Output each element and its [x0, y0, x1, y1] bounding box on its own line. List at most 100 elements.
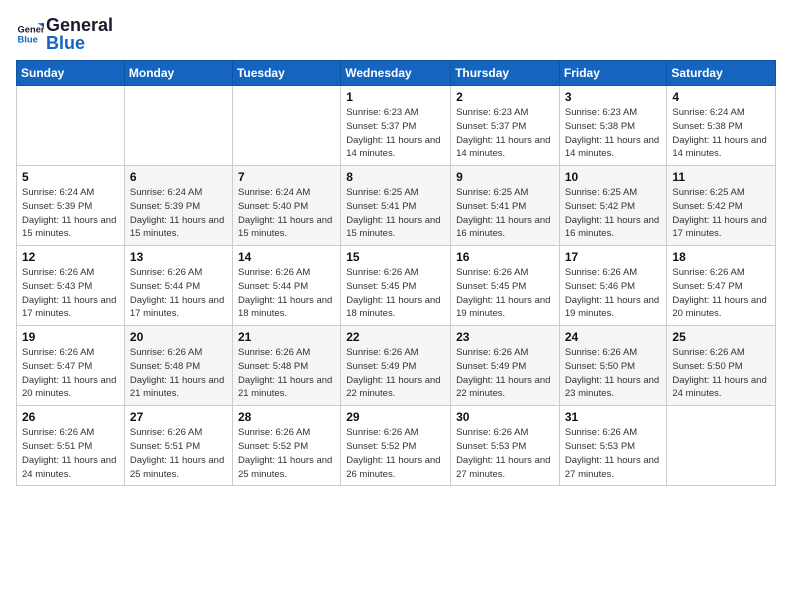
day-info: Sunrise: 6:25 AMSunset: 5:42 PMDaylight:…	[672, 186, 770, 241]
logo: General Blue GeneralBlue	[16, 16, 113, 52]
calendar-cell: 19 Sunrise: 6:26 AMSunset: 5:47 PMDayligh…	[17, 326, 125, 406]
calendar-cell: 30 Sunrise: 6:26 AMSunset: 5:53 PMDayligh…	[451, 406, 560, 486]
calendar-cell: 12 Sunrise: 6:26 AMSunset: 5:43 PMDayligh…	[17, 246, 125, 326]
day-info: Sunrise: 6:26 AMSunset: 5:48 PMDaylight:…	[238, 346, 335, 401]
day-number: 4	[672, 90, 770, 104]
calendar-week-row: 1 Sunrise: 6:23 AMSunset: 5:37 PMDaylight…	[17, 86, 776, 166]
day-number: 14	[238, 250, 335, 264]
calendar-cell: 31 Sunrise: 6:26 AMSunset: 5:53 PMDayligh…	[559, 406, 667, 486]
day-number: 5	[22, 170, 119, 184]
day-number: 12	[22, 250, 119, 264]
day-number: 17	[565, 250, 662, 264]
calendar-cell: 11 Sunrise: 6:25 AMSunset: 5:42 PMDayligh…	[667, 166, 776, 246]
calendar-cell	[17, 86, 125, 166]
calendar-cell: 24 Sunrise: 6:26 AMSunset: 5:50 PMDayligh…	[559, 326, 667, 406]
day-info: Sunrise: 6:26 AMSunset: 5:47 PMDaylight:…	[672, 266, 770, 321]
calendar-cell: 10Sunrise: 6:25 AMSunset: 5:42 PMDayligh…	[559, 166, 667, 246]
day-number: 9	[456, 170, 554, 184]
day-number: 21	[238, 330, 335, 344]
calendar-cell: 5 Sunrise: 6:24 AMSunset: 5:39 PMDaylight…	[17, 166, 125, 246]
day-number: 26	[22, 410, 119, 424]
calendar-cell: 18 Sunrise: 6:26 AMSunset: 5:47 PMDayligh…	[667, 246, 776, 326]
calendar-cell: 6 Sunrise: 6:24 AMSunset: 5:39 PMDaylight…	[124, 166, 232, 246]
calendar-cell: 3Sunrise: 6:23 AMSunset: 5:38 PMDaylight…	[559, 86, 667, 166]
calendar-cell: 23Sunrise: 6:26 AMSunset: 5:49 PMDayligh…	[451, 326, 560, 406]
day-number: 30	[456, 410, 554, 424]
calendar-cell: 27Sunrise: 6:26 AMSunset: 5:51 PMDayligh…	[124, 406, 232, 486]
day-number: 1	[346, 90, 445, 104]
calendar-table: SundayMondayTuesdayWednesdayThursdayFrid…	[16, 60, 776, 486]
calendar-cell: 8Sunrise: 6:25 AMSunset: 5:41 PMDaylight…	[341, 166, 451, 246]
calendar-week-row: 26 Sunrise: 6:26 AMSunset: 5:51 PMDayligh…	[17, 406, 776, 486]
day-info: Sunrise: 6:26 AMSunset: 5:49 PMDaylight:…	[456, 346, 554, 401]
weekday-header-saturday: Saturday	[667, 61, 776, 86]
day-info: Sunrise: 6:26 AMSunset: 5:51 PMDaylight:…	[22, 426, 119, 481]
day-info: Sunrise: 6:24 AMSunset: 5:38 PMDaylight:…	[672, 106, 770, 161]
generalblue-logo-icon: General Blue	[16, 20, 44, 48]
day-info: Sunrise: 6:26 AMSunset: 5:50 PMDaylight:…	[565, 346, 662, 401]
calendar-header-row: SundayMondayTuesdayWednesdayThursdayFrid…	[17, 61, 776, 86]
calendar-cell: 20 Sunrise: 6:26 AMSunset: 5:48 PMDayligh…	[124, 326, 232, 406]
day-number: 24	[565, 330, 662, 344]
day-number: 18	[672, 250, 770, 264]
day-number: 22	[346, 330, 445, 344]
day-info: Sunrise: 6:23 AMSunset: 5:37 PMDaylight:…	[456, 106, 554, 161]
day-number: 19	[22, 330, 119, 344]
day-number: 25	[672, 330, 770, 344]
day-info: Sunrise: 6:26 AMSunset: 5:43 PMDaylight:…	[22, 266, 119, 321]
calendar-cell: 25 Sunrise: 6:26 AMSunset: 5:50 PMDayligh…	[667, 326, 776, 406]
day-info: Sunrise: 6:24 AMSunset: 5:40 PMDaylight:…	[238, 186, 335, 241]
day-info: Sunrise: 6:26 AMSunset: 5:52 PMDaylight:…	[238, 426, 335, 481]
day-info: Sunrise: 6:24 AMSunset: 5:39 PMDaylight:…	[130, 186, 227, 241]
calendar-cell: 15 Sunrise: 6:26 AMSunset: 5:45 PMDayligh…	[341, 246, 451, 326]
calendar-cell: 13 Sunrise: 6:26 AMSunset: 5:44 PMDayligh…	[124, 246, 232, 326]
calendar-cell: 22 Sunrise: 6:26 AMSunset: 5:49 PMDayligh…	[341, 326, 451, 406]
calendar-week-row: 12 Sunrise: 6:26 AMSunset: 5:43 PMDayligh…	[17, 246, 776, 326]
calendar-week-row: 19 Sunrise: 6:26 AMSunset: 5:47 PMDayligh…	[17, 326, 776, 406]
calendar-cell: 16Sunrise: 6:26 AMSunset: 5:45 PMDayligh…	[451, 246, 560, 326]
day-info: Sunrise: 6:25 AMSunset: 5:41 PMDaylight:…	[456, 186, 554, 241]
day-number: 3	[565, 90, 662, 104]
day-number: 11	[672, 170, 770, 184]
calendar-cell: 4 Sunrise: 6:24 AMSunset: 5:38 PMDaylight…	[667, 86, 776, 166]
day-number: 6	[130, 170, 227, 184]
day-info: Sunrise: 6:26 AMSunset: 5:45 PMDaylight:…	[346, 266, 445, 321]
day-info: Sunrise: 6:26 AMSunset: 5:48 PMDaylight:…	[130, 346, 227, 401]
day-number: 28	[238, 410, 335, 424]
day-info: Sunrise: 6:26 AMSunset: 5:44 PMDaylight:…	[130, 266, 227, 321]
header: General Blue GeneralBlue	[16, 16, 776, 52]
calendar-cell: 26 Sunrise: 6:26 AMSunset: 5:51 PMDayligh…	[17, 406, 125, 486]
weekday-header-sunday: Sunday	[17, 61, 125, 86]
day-info: Sunrise: 6:24 AMSunset: 5:39 PMDaylight:…	[22, 186, 119, 241]
day-number: 31	[565, 410, 662, 424]
day-number: 29	[346, 410, 445, 424]
svg-text:Blue: Blue	[18, 35, 38, 45]
calendar-cell: 28 Sunrise: 6:26 AMSunset: 5:52 PMDayligh…	[232, 406, 340, 486]
day-info: Sunrise: 6:23 AMSunset: 5:37 PMDaylight:…	[346, 106, 445, 161]
day-info: Sunrise: 6:25 AMSunset: 5:41 PMDaylight:…	[346, 186, 445, 241]
calendar-cell: 29 Sunrise: 6:26 AMSunset: 5:52 PMDayligh…	[341, 406, 451, 486]
weekday-header-wednesday: Wednesday	[341, 61, 451, 86]
day-info: Sunrise: 6:25 AMSunset: 5:42 PMDaylight:…	[565, 186, 662, 241]
day-number: 13	[130, 250, 227, 264]
day-info: Sunrise: 6:26 AMSunset: 5:52 PMDaylight:…	[346, 426, 445, 481]
day-info: Sunrise: 6:26 AMSunset: 5:50 PMDaylight:…	[672, 346, 770, 401]
calendar-cell: 21 Sunrise: 6:26 AMSunset: 5:48 PMDayligh…	[232, 326, 340, 406]
day-number: 7	[238, 170, 335, 184]
day-info: Sunrise: 6:26 AMSunset: 5:47 PMDaylight:…	[22, 346, 119, 401]
day-number: 16	[456, 250, 554, 264]
day-number: 20	[130, 330, 227, 344]
svg-text:General: General	[18, 24, 44, 34]
weekday-header-tuesday: Tuesday	[232, 61, 340, 86]
day-number: 2	[456, 90, 554, 104]
day-number: 15	[346, 250, 445, 264]
day-info: Sunrise: 6:26 AMSunset: 5:53 PMDaylight:…	[565, 426, 662, 481]
calendar-cell: 2 Sunrise: 6:23 AMSunset: 5:37 PMDaylight…	[451, 86, 560, 166]
calendar-cell	[667, 406, 776, 486]
calendar-cell: 14 Sunrise: 6:26 AMSunset: 5:44 PMDayligh…	[232, 246, 340, 326]
calendar-cell: 17Sunrise: 6:26 AMSunset: 5:46 PMDayligh…	[559, 246, 667, 326]
day-info: Sunrise: 6:26 AMSunset: 5:44 PMDaylight:…	[238, 266, 335, 321]
day-info: Sunrise: 6:26 AMSunset: 5:49 PMDaylight:…	[346, 346, 445, 401]
day-info: Sunrise: 6:26 AMSunset: 5:53 PMDaylight:…	[456, 426, 554, 481]
calendar-week-row: 5 Sunrise: 6:24 AMSunset: 5:39 PMDaylight…	[17, 166, 776, 246]
